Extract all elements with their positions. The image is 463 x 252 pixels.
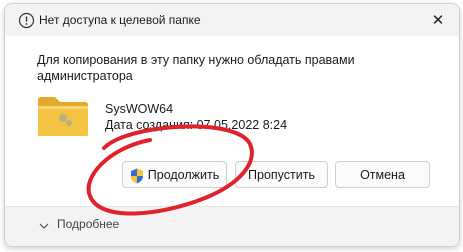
warning-icon: [18, 12, 35, 29]
continue-label[interactable]: Продолжить: [148, 168, 219, 182]
uac-shield-icon: [130, 168, 144, 184]
skip-button[interactable]: Пропустить: [235, 161, 328, 188]
title-bar: Нет доступа к целевой папке ✕: [5, 4, 459, 36]
folder-created-date: Дата создания: 07.05.2022 8:24: [105, 118, 288, 132]
dialog-content: Для копирования в эту папку нужно облада…: [5, 36, 459, 206]
folder-name: SysWOW64: [105, 102, 174, 116]
skip-label[interactable]: Пропустить: [248, 168, 315, 182]
close-icon[interactable]: ✕: [432, 12, 445, 29]
chevron-down-icon[interactable]: [39, 218, 49, 232]
folder-icon: [36, 94, 90, 138]
dialog-footer: Подробнее: [5, 206, 459, 246]
cancel-label[interactable]: Отмена: [360, 168, 405, 182]
cancel-button[interactable]: Отмена: [335, 161, 430, 188]
continue-button[interactable]: Продолжить: [122, 161, 227, 188]
close-button[interactable]: ✕: [425, 10, 451, 32]
more-details-toggle[interactable]: Подробнее: [39, 217, 119, 232]
window-title: Нет доступа к целевой папке: [39, 13, 201, 27]
more-details-label[interactable]: Подробнее: [57, 217, 119, 231]
message-text: Для копирования в эту папку нужно облада…: [37, 53, 355, 83]
dialog-window: Нет доступа к целевой папке ✕ Для копиро…: [4, 3, 460, 247]
